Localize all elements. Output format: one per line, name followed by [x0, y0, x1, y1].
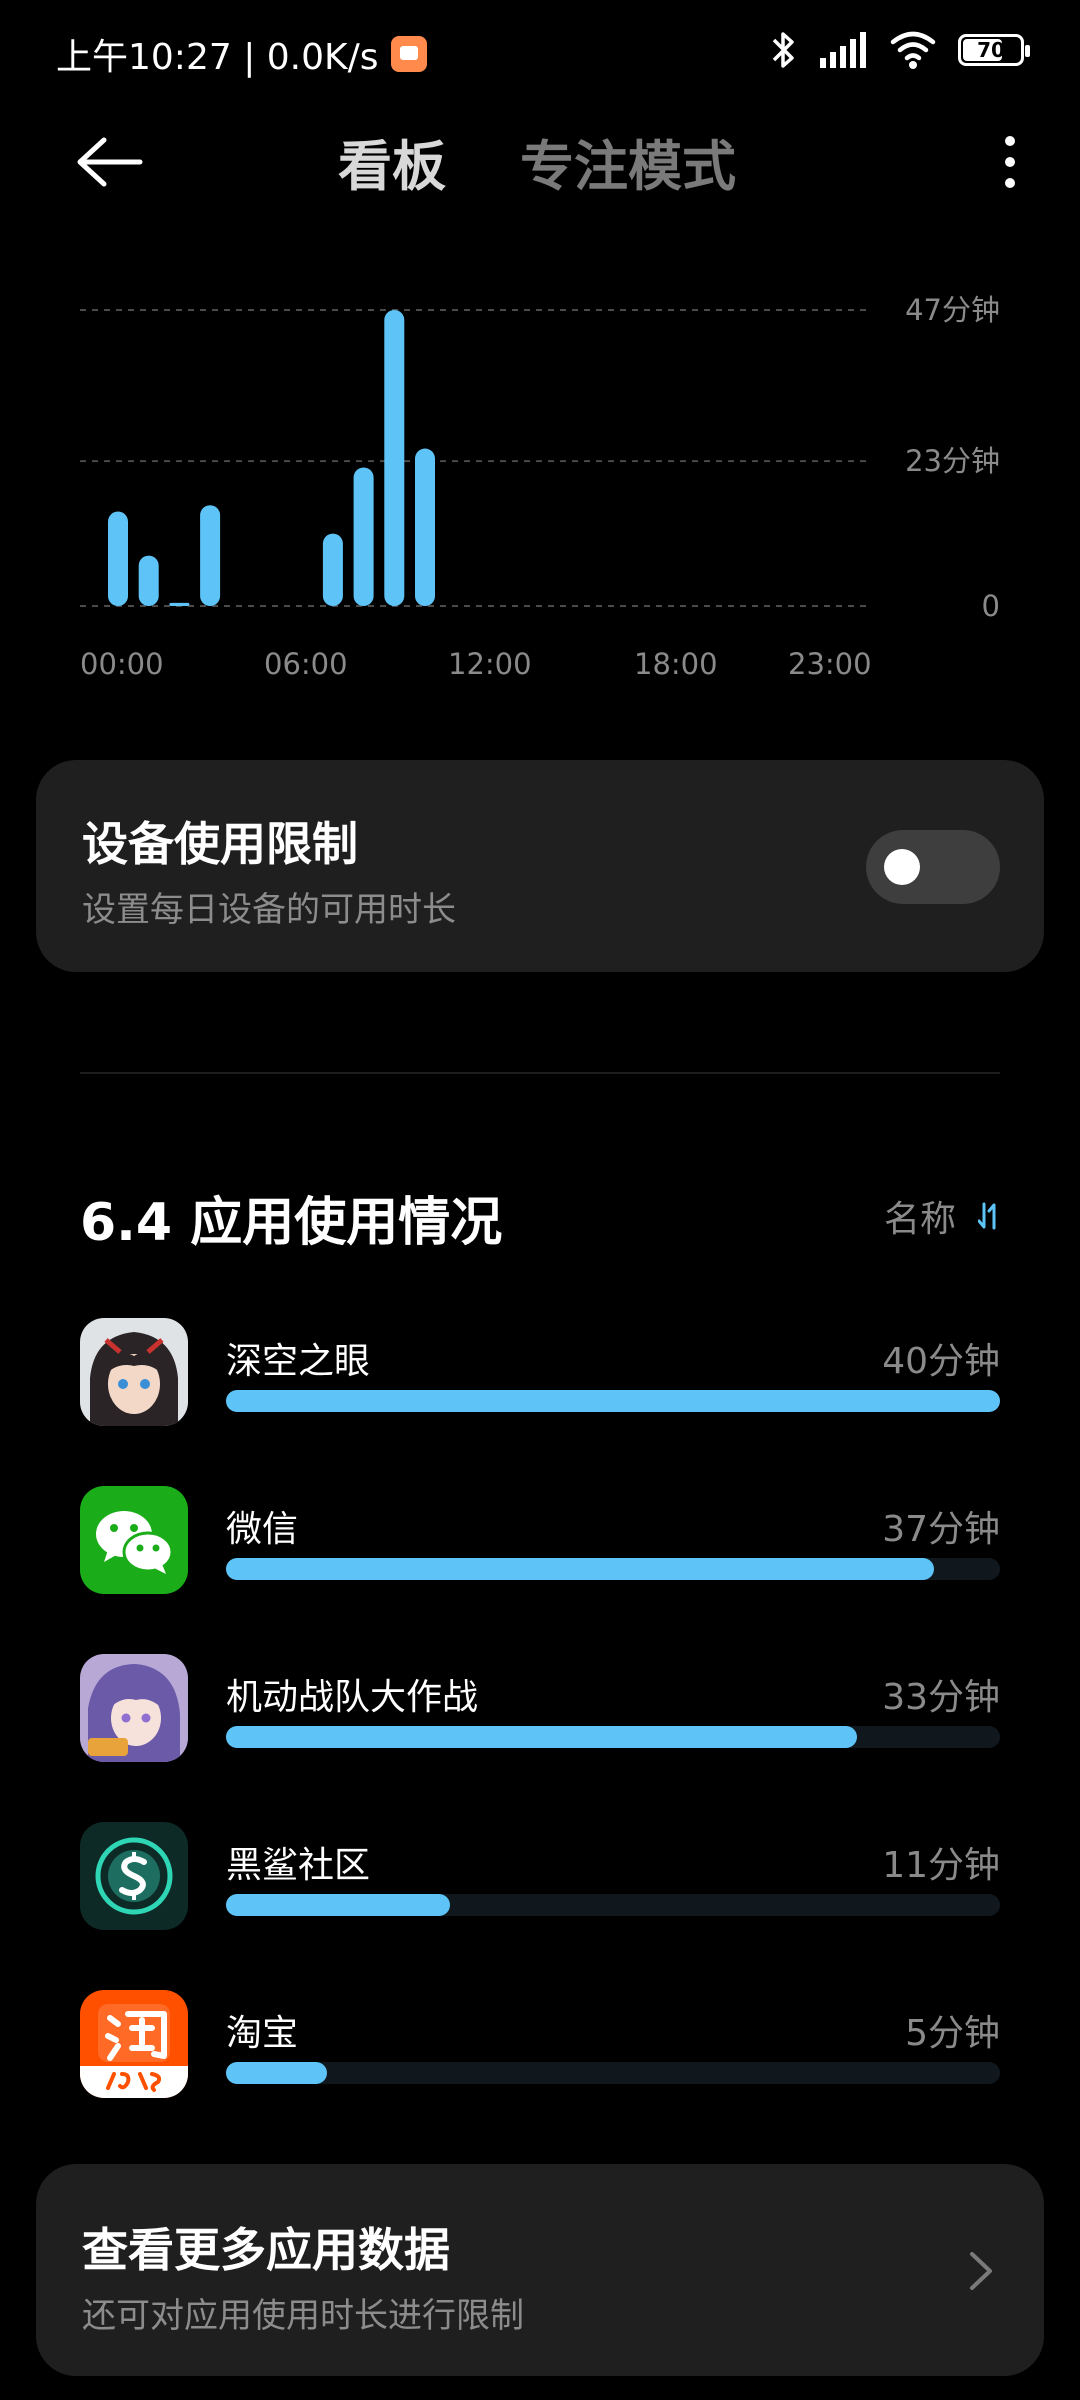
device-limit-title: 设备使用限制	[82, 817, 358, 871]
app-time: 33分钟	[882, 1677, 1000, 1718]
device-limit-toggle[interactable]	[866, 830, 1000, 904]
app-row[interactable]: 深空之眼 40分钟	[0, 1318, 1080, 1486]
game-girl-icon	[80, 1654, 188, 1762]
chart-x-tick-label: 06:00	[264, 647, 348, 681]
more-data-subtitle: 还可对应用使用时长进行限制	[82, 2296, 524, 2336]
app-name: 深空之眼	[226, 1341, 371, 1382]
wifi-icon	[890, 31, 936, 69]
status-left: 上午10:27 | 0.0K/s	[56, 28, 427, 80]
app-row[interactable]: 淘宝 5分钟	[0, 1990, 1080, 2158]
status-time: 上午10:27 | 0.0K/s	[56, 37, 379, 78]
chart-bar	[138, 555, 159, 606]
more-options-icon[interactable]	[998, 132, 1022, 192]
sort-icon	[978, 1202, 996, 1230]
app-name: 淘宝	[226, 2013, 299, 2054]
notification-app-icon	[390, 36, 427, 72]
chart-bar	[169, 602, 190, 606]
app-name: 微信	[226, 1509, 299, 1550]
more-app-data-card[interactable]: 查看更多应用数据 还可对应用使用时长进行限制	[36, 2164, 1044, 2376]
chart-bar	[108, 511, 128, 606]
back-arrow-icon[interactable]	[70, 132, 146, 192]
battery-indicator: 70	[958, 34, 1030, 66]
app-usage-title: 6.4 应用使用情况	[80, 1193, 503, 1253]
toggle-knob	[884, 849, 920, 885]
status-right: 70	[768, 30, 1030, 70]
more-data-title: 查看更多应用数据	[82, 2223, 450, 2277]
app-row[interactable]: 黑鲨社区 11分钟	[0, 1822, 1080, 1990]
app-time: 37分钟	[882, 1509, 1000, 1550]
app-row[interactable]: 机动战队大作战 33分钟	[0, 1654, 1080, 1822]
usage-bar-track	[226, 1558, 1000, 1580]
usage-bar-track	[226, 1390, 1000, 1412]
bluetooth-icon	[772, 32, 794, 68]
battery-level: 70	[977, 38, 1005, 62]
usage-bar-track	[226, 1894, 1000, 1916]
usage-bar-fill	[226, 2062, 327, 2084]
chart-y-tick-label: 23分钟	[905, 444, 1000, 478]
sort-button[interactable]: 名称	[884, 1190, 1000, 1242]
usage-chart-svg: 47分钟 23分钟 0 00:00 06:00 12:00 18:00 23:00	[80, 293, 1000, 681]
usage-bar-track	[226, 1726, 1000, 1748]
header: 看板 专注模式	[0, 110, 1080, 210]
chart-bar	[384, 310, 405, 606]
app-time: 40分钟	[882, 1341, 1000, 1382]
divider	[80, 1072, 1000, 1074]
app-usage-list: 深空之眼 40分钟 微信 37分钟 机动战队大作战 33分钟 黑鲨社区 11分钟…	[0, 1318, 1080, 2158]
chart-x-tick-label: 18:00	[634, 647, 718, 681]
usage-bar-track	[226, 2062, 1000, 2084]
chart-x-tick-label: 00:00	[80, 647, 164, 681]
game-character-icon	[80, 1318, 188, 1426]
chevron-right-icon	[970, 2252, 992, 2290]
chart-bar	[415, 448, 435, 606]
chart-bar	[200, 505, 221, 606]
taobao-icon	[80, 1990, 188, 2098]
chart-bar	[322, 533, 343, 606]
usage-bar-fill	[226, 1894, 451, 1916]
usage-bar-fill	[226, 1390, 1000, 1412]
tab-focus-mode[interactable]: 专注模式	[520, 122, 736, 201]
app-time: 5分钟	[905, 2013, 1000, 2054]
chart-x-tick-label: 23:00	[788, 647, 872, 681]
app-name: 黑鲨社区	[226, 1845, 371, 1886]
device-limit-card[interactable]: 设备使用限制 设置每日设备的可用时长	[36, 760, 1044, 972]
tab-dashboard[interactable]: 看板	[338, 122, 446, 201]
sort-label: 名称	[883, 1199, 956, 1240]
app-name: 机动战队大作战	[226, 1677, 479, 1718]
usage-bar-fill	[226, 1726, 857, 1748]
app-row[interactable]: 微信 37分钟	[0, 1486, 1080, 1654]
chart-y-tick-label: 0	[982, 589, 1000, 623]
wechat-icon	[80, 1486, 188, 1594]
signal-icon	[820, 32, 866, 68]
chart-bar	[353, 467, 374, 606]
usage-chart: 47分钟 23分钟 0 00:00 06:00 12:00 18:00 23:00	[0, 270, 1080, 710]
app-time: 11分钟	[882, 1845, 1000, 1886]
status-bar: 上午10:27 | 0.0K/s 70	[0, 0, 1080, 100]
device-limit-subtitle: 设置每日设备的可用时长	[82, 890, 456, 930]
chart-x-tick-label: 12:00	[448, 647, 532, 681]
usage-bar-fill	[226, 1558, 935, 1580]
blackshark-icon	[80, 1822, 188, 1930]
chart-y-tick-label: 47分钟	[905, 293, 1000, 327]
